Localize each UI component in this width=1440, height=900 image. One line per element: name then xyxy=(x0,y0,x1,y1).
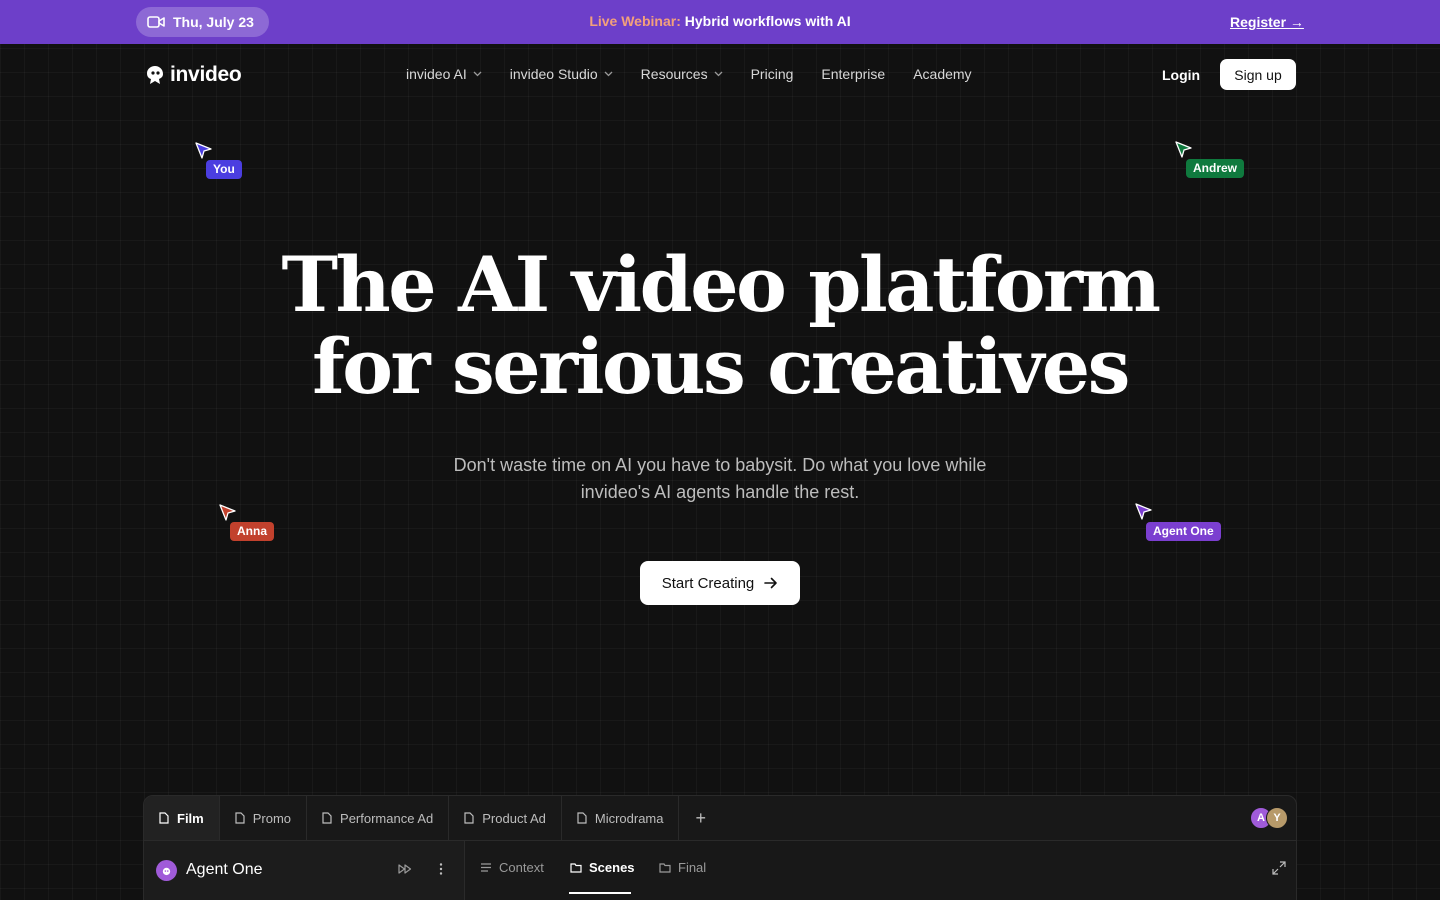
cursor-label-anna: Anna xyxy=(230,522,274,541)
document-icon xyxy=(235,812,245,824)
nav-item-invideo-ai[interactable]: invideo AI xyxy=(406,66,482,82)
tab-label: Product Ad xyxy=(482,810,546,826)
expand-icon xyxy=(1272,861,1286,875)
avatar[interactable]: Y xyxy=(1266,807,1288,829)
cursor-arrow-icon xyxy=(195,142,212,159)
cursor-label-you: You xyxy=(206,160,242,179)
agent-name: Agent One xyxy=(186,861,263,878)
document-icon xyxy=(577,812,587,824)
start-creating-button[interactable]: Start Creating xyxy=(640,561,800,605)
add-tab-button[interactable]: + xyxy=(679,796,722,840)
register-link[interactable]: Register → xyxy=(1230,14,1304,30)
tab-film[interactable]: Film xyxy=(144,796,220,840)
hero-title: The AI video platform for serious creati… xyxy=(0,244,1440,408)
fast-forward-button[interactable] xyxy=(398,862,412,876)
cursor-you xyxy=(195,142,213,160)
folder-icon xyxy=(570,863,582,873)
logo-text: invideo xyxy=(170,63,242,86)
nav-item-academy[interactable]: Academy xyxy=(913,66,971,82)
tab-label: Promo xyxy=(252,810,292,826)
subtab-context[interactable]: Context xyxy=(480,860,544,875)
document-icon xyxy=(464,812,474,824)
hero-title-line-1: The AI video platform xyxy=(281,240,1161,329)
cursor-arrow-icon xyxy=(1175,141,1192,158)
cursor-arrow-icon xyxy=(1135,503,1152,520)
subtab-scenes[interactable]: Scenes xyxy=(570,860,635,875)
project-tabs: Film Promo Performance Ad Product Ad Mic… xyxy=(144,796,722,840)
nav-item-pricing[interactable]: Pricing xyxy=(751,66,794,82)
cursor-anna xyxy=(219,504,237,522)
main-nav: invideo invideo AI invideo Studio Resour… xyxy=(0,44,1440,106)
list-icon xyxy=(481,863,491,872)
tab-product-ad[interactable]: Product Ad xyxy=(449,796,562,840)
tab-label: Performance Ad xyxy=(340,810,434,826)
fast-forward-icon xyxy=(398,864,412,874)
invideo-logo-icon xyxy=(147,66,163,84)
invideo-logo[interactable]: invideo xyxy=(145,63,242,87)
hero-subtitle: Don't waste time on AI you have to babys… xyxy=(420,452,1020,506)
more-options-button[interactable] xyxy=(434,862,448,876)
webinar-title: Hybrid workflows with AI xyxy=(684,13,851,29)
active-subtab-indicator xyxy=(569,892,631,894)
nav-item-label: invideo AI xyxy=(406,66,467,82)
webinar-announcement: Live Webinar: Hybrid workflows with AI xyxy=(0,13,1440,29)
tab-microdrama[interactable]: Microdrama xyxy=(562,796,680,840)
login-link[interactable]: Login xyxy=(1162,67,1200,83)
top-banner: Thu, July 23 Live Webinar: Hybrid workfl… xyxy=(0,0,1440,44)
chevron-down-icon xyxy=(604,71,613,77)
workspace-subtabs: Context Scenes Final xyxy=(465,840,1296,900)
more-vertical-icon xyxy=(439,863,443,875)
cursor-label-andrew: Andrew xyxy=(1186,159,1245,178)
hero-subtitle-line-2: invideo's AI agents handle the rest. xyxy=(580,482,860,502)
tab-promo[interactable]: Promo xyxy=(220,796,308,840)
cursor-arrow-icon xyxy=(219,504,236,521)
hero-title-line-2: for serious creatives xyxy=(312,322,1130,411)
subtab-label: Context xyxy=(499,860,544,875)
arrow-right-icon xyxy=(764,577,778,589)
tab-performance-ad[interactable]: Performance Ad xyxy=(307,796,450,840)
subtab-label: Scenes xyxy=(589,860,635,875)
expand-button[interactable] xyxy=(1272,861,1286,875)
tab-label: Microdrama xyxy=(594,810,664,826)
cursor-andrew xyxy=(1175,141,1193,159)
subtab-final[interactable]: Final xyxy=(659,860,706,875)
nav-item-invideo-studio[interactable]: invideo Studio xyxy=(510,66,613,82)
nav-item-label: Resources xyxy=(640,66,708,82)
hero-subtitle-line-1: Don't waste time on AI you have to babys… xyxy=(453,455,987,475)
signup-button[interactable]: Sign up xyxy=(1220,59,1296,90)
webinar-highlight: Live Webinar: xyxy=(589,13,681,29)
tab-label: Film xyxy=(177,810,204,826)
agent-avatar-icon xyxy=(156,860,177,881)
collaborator-avatars: A Y xyxy=(1250,807,1288,829)
agent-sidebar: Agent One xyxy=(144,840,465,900)
start-creating-label: Start Creating xyxy=(661,574,755,592)
document-icon xyxy=(322,812,332,824)
cursor-agent-one xyxy=(1135,503,1153,521)
chevron-down-icon xyxy=(714,71,723,77)
document-icon xyxy=(159,812,169,824)
nav-links: invideo AI invideo Studio Resources Pric… xyxy=(406,66,972,82)
nav-item-enterprise[interactable]: Enterprise xyxy=(821,66,885,82)
chevron-down-icon xyxy=(473,71,482,77)
app-preview-panel: Film Promo Performance Ad Product Ad Mic… xyxy=(143,795,1297,900)
agent-face-icon xyxy=(162,867,171,876)
nav-item-resources[interactable]: Resources xyxy=(641,66,723,82)
folder-icon xyxy=(659,863,671,873)
cursor-label-agent-one: Agent One xyxy=(1146,522,1221,541)
subtab-label: Final xyxy=(678,860,707,875)
nav-item-label: invideo Studio xyxy=(509,66,598,82)
